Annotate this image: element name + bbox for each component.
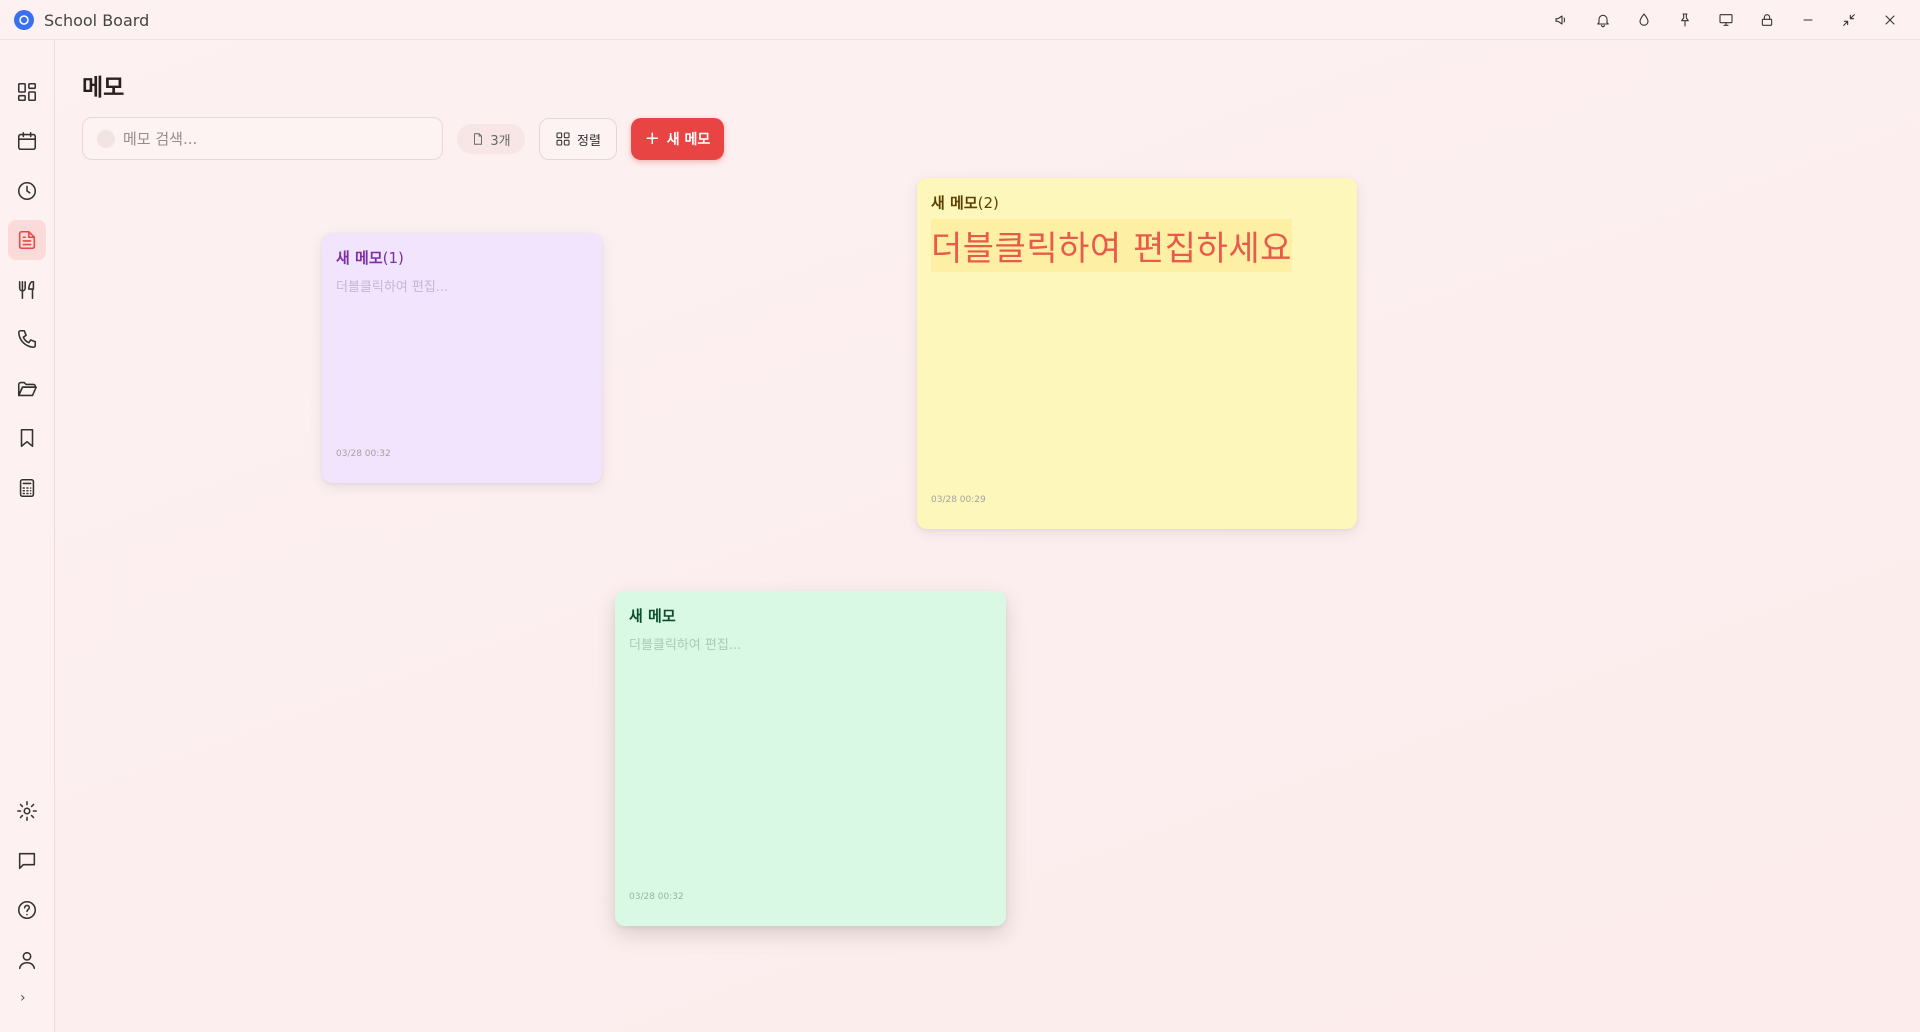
droplet-icon[interactable]	[1623, 0, 1664, 40]
bell-icon[interactable]	[1582, 0, 1623, 40]
app-title: School Board	[44, 11, 150, 30]
sidebar-item-help[interactable]	[8, 890, 46, 930]
plus-icon: +	[644, 128, 660, 149]
monitor-icon[interactable]	[1705, 0, 1746, 40]
minimize-icon[interactable]	[1787, 0, 1828, 40]
sidebar-item-folder[interactable]	[8, 369, 46, 409]
memo-title: 새 메모(2)	[931, 194, 999, 212]
phone-icon	[17, 329, 37, 349]
calculator-icon	[19, 478, 35, 498]
search-icon	[97, 129, 115, 148]
calendar-icon	[17, 131, 37, 151]
memo-title: 새 메모(1)	[336, 249, 404, 267]
memo-body: 더블클릭하여 편집...	[336, 280, 449, 295]
restore-icon[interactable]	[1828, 0, 1869, 40]
folder-icon	[17, 381, 37, 397]
sidebar-item-calculator[interactable]	[8, 468, 46, 508]
memo-date: 03/28 00:29	[931, 495, 986, 505]
user-icon	[18, 951, 36, 970]
sidebar-item-meal[interactable]	[8, 270, 46, 310]
memo-body: 더블클릭하여 편집...	[629, 638, 742, 653]
sidebar-item-clock[interactable]	[8, 171, 46, 211]
sort-label: 정렬	[577, 133, 601, 149]
layout-grid-icon	[556, 132, 570, 146]
sidebar-item-calendar[interactable]	[8, 121, 46, 161]
bookmark-icon	[20, 428, 34, 448]
memo-card[interactable]: 새 메모(2) 더블클릭하여 편집하세요 03/28 00:29	[917, 178, 1357, 529]
search-box	[82, 117, 443, 160]
sidebar-item-dashboard[interactable]	[8, 72, 46, 112]
close-icon[interactable]	[1869, 0, 1910, 40]
memo-title: 새 메모	[629, 607, 676, 625]
sidebar-item-profile[interactable]	[8, 940, 46, 980]
memo-count-badge: 3개	[457, 124, 525, 154]
memo-count-label: 3개	[490, 133, 511, 149]
new-memo-button[interactable]: + 새 메모	[631, 118, 724, 160]
sidebar-item-bookmark[interactable]	[8, 418, 46, 458]
lock-icon[interactable]	[1746, 0, 1787, 40]
sidebar-item-chat[interactable]	[8, 841, 46, 881]
memo-body: 더블클릭하여 편집하세요	[931, 219, 1292, 272]
gear-icon	[17, 801, 37, 821]
utensils-icon	[18, 280, 35, 300]
sidebar-item-settings[interactable]	[8, 791, 46, 831]
megaphone-icon[interactable]	[1541, 0, 1582, 40]
sidebar: ›	[0, 40, 55, 1032]
file-icon	[474, 133, 483, 145]
sidebar-expand-toggle[interactable]: ›	[20, 990, 26, 1006]
memo-date: 03/28 00:32	[629, 892, 684, 902]
sort-button[interactable]: 정렬	[539, 118, 617, 160]
memo-card[interactable]: 새 메모 더블클릭하여 편집... 03/28 00:32	[615, 591, 1006, 926]
memo-card[interactable]: 새 메모(1) 더블클릭하여 편집... 03/28 00:32	[322, 233, 602, 483]
sidebar-item-phone[interactable]	[8, 319, 46, 359]
title-bar: School Board	[0, 0, 1920, 40]
pin-icon[interactable]	[1664, 0, 1705, 40]
page-title: 메모	[82, 75, 125, 101]
help-icon	[17, 900, 37, 920]
clock-icon	[17, 181, 37, 201]
app-logo-icon	[14, 10, 34, 30]
message-icon	[18, 852, 36, 870]
grid-icon	[17, 82, 37, 102]
document-icon	[18, 230, 36, 250]
search-input[interactable]	[123, 129, 423, 148]
memo-date: 03/28 00:32	[336, 449, 391, 459]
sidebar-item-memo[interactable]	[8, 220, 46, 260]
new-memo-label: 새 메모	[666, 132, 711, 148]
window-controls	[1541, 0, 1910, 40]
